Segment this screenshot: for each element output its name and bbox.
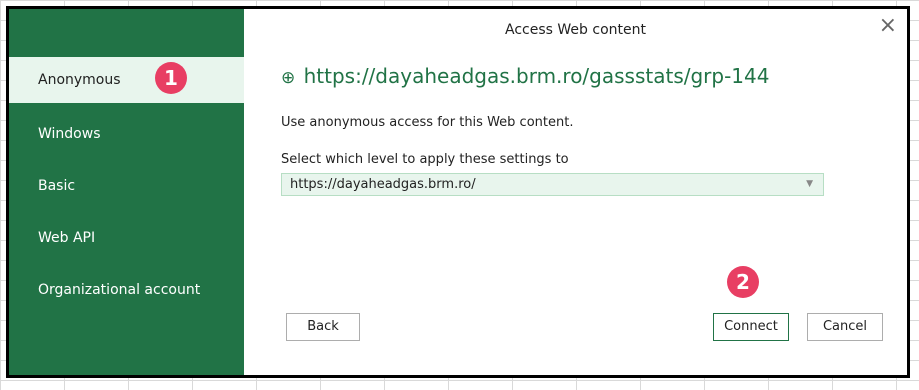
globe-icon: ⊕ [281,68,296,88]
annotation-badge-2: 2 [727,266,759,298]
back-button[interactable]: Back [286,313,360,341]
sidebar-item-anonymous[interactable]: Anonymous [9,57,244,103]
sidebar-item-basic[interactable]: Basic [9,163,244,209]
sidebar-item-organizational-account[interactable]: Organizational account [9,267,244,313]
connect-button[interactable]: Connect [713,313,789,341]
access-description: Use anonymous access for this Web conten… [281,115,574,130]
auth-sidebar: Anonymous Windows Basic Web API Organiza… [9,9,244,375]
close-icon[interactable]: × [879,15,897,37]
url-heading: ⊕ https://dayaheadgas.brm.ro/gassstats/g… [281,64,769,88]
sidebar-item-label: Basic [38,178,76,194]
dialog-main: Access Web content × ⊕ https://dayaheadg… [244,9,907,375]
level-select-value: https://dayaheadgas.brm.ro/ [290,177,476,192]
dialog-title: Access Web content [505,22,646,38]
sidebar-item-label: Windows [38,126,101,142]
annotation-badge-1: 1 [155,62,187,94]
sidebar-item-label: Web API [38,230,96,246]
sidebar-item-label: Anonymous [38,72,121,88]
level-label: Select which level to apply these settin… [281,152,569,167]
level-select[interactable]: https://dayaheadgas.brm.ro/ ▼ [281,173,824,196]
sidebar-item-label: Organizational account [38,282,201,298]
dialog-frame: Anonymous Windows Basic Web API Organiza… [6,6,910,378]
chevron-down-icon: ▼ [806,179,813,189]
sidebar-item-web-api[interactable]: Web API [9,215,244,261]
url-text: https://dayaheadgas.brm.ro/gassstats/grp… [303,64,770,88]
cancel-button[interactable]: Cancel [807,313,883,341]
sidebar-item-windows[interactable]: Windows [9,111,244,157]
